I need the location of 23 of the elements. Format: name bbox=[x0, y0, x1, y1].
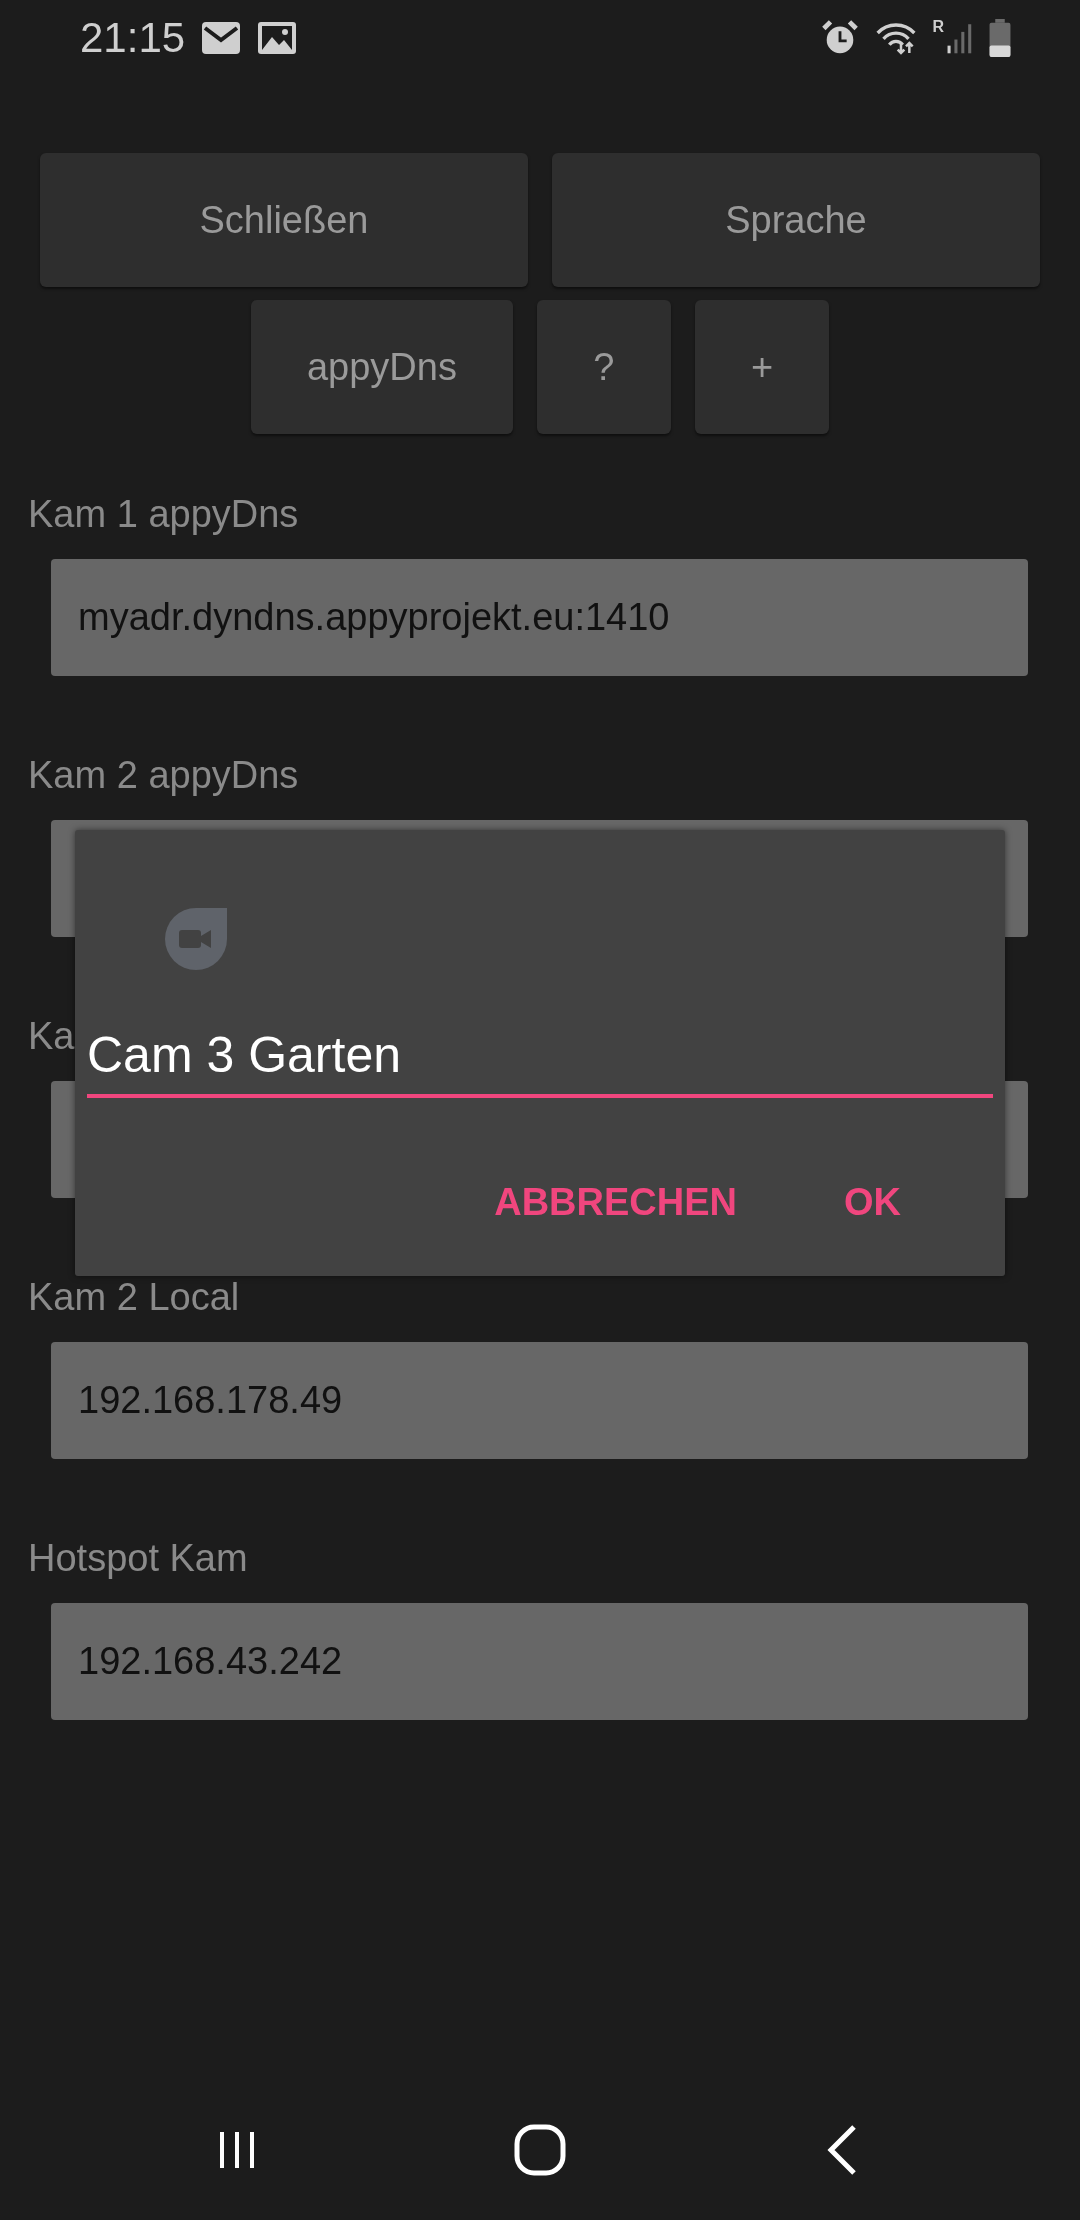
toolbar-button[interactable]: Schließen bbox=[40, 153, 528, 287]
field-label: Kam 2 appyDns bbox=[28, 753, 299, 798]
toolbar-button[interactable]: appyDns bbox=[250, 300, 513, 434]
roaming-indicator: R bbox=[932, 18, 944, 35]
image-icon bbox=[257, 20, 298, 55]
toolbar-button[interactable]: ? bbox=[536, 300, 671, 434]
field-label: Kam 1 appyDns bbox=[28, 492, 299, 537]
toolbar-button[interactable]: + bbox=[694, 300, 830, 434]
battery-icon bbox=[988, 18, 1012, 57]
home-icon[interactable] bbox=[513, 2124, 566, 2176]
clock-time: 21:15 bbox=[80, 13, 186, 62]
input-field[interactable]: myadr.dyndns.appyprojekt.eu:1410 bbox=[51, 559, 1028, 676]
toolbar-button[interactable]: Sprache bbox=[552, 153, 1040, 287]
dialog-button[interactable]: OK bbox=[834, 1165, 911, 1240]
input-field[interactable]: 192.168.43.242 bbox=[51, 1603, 1028, 1720]
mail-icon bbox=[201, 20, 242, 55]
text-input-field[interactable]: Cam 3 Garten bbox=[87, 1020, 993, 1098]
dialog-button[interactable]: ABBRECHEN bbox=[484, 1165, 747, 1240]
field-label: Hotspot Kam bbox=[28, 1536, 248, 1581]
input-field[interactable]: 192.168.178.49 bbox=[51, 1342, 1028, 1459]
field-label: Ka bbox=[28, 1014, 75, 1059]
field-label: Kam 2 Local bbox=[28, 1275, 240, 1320]
video-camera-icon bbox=[163, 906, 229, 972]
